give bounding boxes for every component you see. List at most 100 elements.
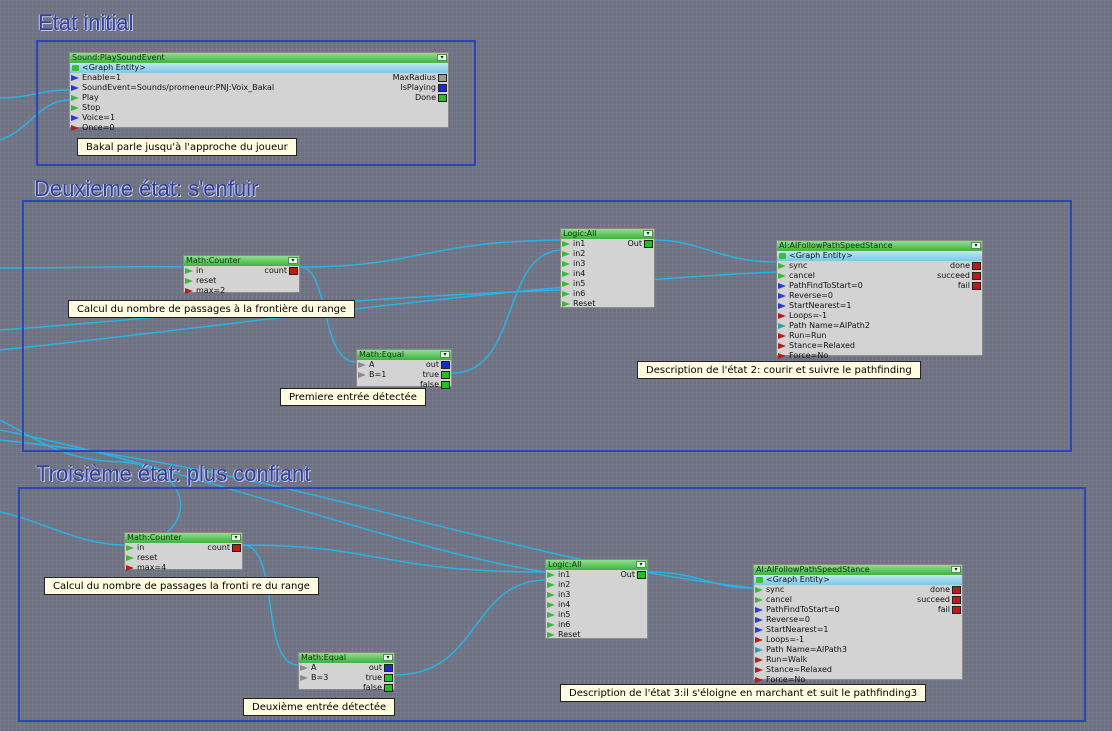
input-port[interactable]: cancel [754, 595, 792, 605]
input-port[interactable]: max=2 [184, 286, 225, 296]
collapse-icon[interactable]: ▾ [643, 230, 653, 237]
output-port-square[interactable] [232, 544, 241, 552]
comment-box[interactable]: Bakal parle jusqu'à l'approche du joueur [77, 138, 297, 156]
output-port-square[interactable] [972, 262, 981, 270]
input-port[interactable]: in5 [546, 610, 570, 620]
ai-follow-path-node[interactable]: AI:AIFollowPathSpeedStance ▾ <Graph Entit… [753, 564, 963, 684]
input-port[interactable]: in4 [561, 269, 585, 279]
input-port[interactable]: Play [70, 93, 99, 103]
output-port-square[interactable] [441, 371, 450, 379]
math-equal-node[interactable]: Math:Equal ▾ Aout B=1 true false [356, 349, 452, 389]
math-counter-node[interactable]: Math:Counter ▾ in count reset max=4 [124, 532, 243, 573]
output-port[interactable]: MaxRadius [393, 73, 436, 83]
input-port[interactable]: StartNearest=1 [754, 625, 828, 635]
graph-entity-port[interactable]: <Graph Entity> [70, 63, 448, 73]
input-port[interactable]: Voice=1 [70, 113, 115, 123]
input-port[interactable]: in6 [546, 620, 570, 630]
logic-all-node[interactable]: Logic:All ▾ in1 Out in2 in3 in4 in5 in6 Re… [545, 559, 648, 639]
input-port[interactable]: Reset [546, 630, 580, 640]
collapse-icon[interactable]: ▾ [440, 351, 450, 358]
collapse-icon[interactable]: ▾ [231, 534, 241, 541]
input-port[interactable]: Once=0 [70, 123, 114, 133]
output-port[interactable]: done [930, 585, 950, 595]
output-port-square[interactable] [952, 596, 961, 604]
input-port[interactable]: in3 [561, 259, 585, 269]
input-port[interactable]: in1 [546, 570, 570, 580]
collapse-icon[interactable]: ▾ [437, 54, 447, 61]
input-port[interactable]: Force=No [777, 351, 828, 361]
input-port[interactable]: in [125, 543, 144, 553]
input-port[interactable]: StartNearest=1 [777, 301, 851, 311]
input-port[interactable]: Loops=-1 [754, 635, 804, 645]
input-port[interactable]: Reverse=0 [754, 615, 810, 625]
output-port-square[interactable] [384, 684, 393, 692]
input-port[interactable]: Reverse=0 [777, 291, 833, 301]
input-port[interactable]: sync [754, 585, 784, 595]
output-port-square[interactable] [972, 272, 981, 280]
input-port[interactable]: reset [125, 553, 157, 563]
graph-entity-port[interactable]: <Graph Entity> [777, 251, 982, 261]
output-port[interactable]: Out [620, 570, 635, 580]
input-port[interactable]: Path Name=AIPath2 [777, 321, 870, 331]
collapse-icon[interactable]: ▾ [383, 654, 393, 661]
input-port[interactable]: in3 [546, 590, 570, 600]
input-port[interactable]: SoundEvent=Sounds/promeneur:PNJ:Voix_Bak… [70, 83, 274, 93]
input-port[interactable]: in4 [546, 600, 570, 610]
output-port[interactable]: false [363, 683, 382, 693]
input-port[interactable]: Stance=Relaxed [754, 665, 832, 675]
input-port[interactable]: in6 [561, 289, 585, 299]
output-port[interactable]: fail [958, 281, 970, 291]
input-port[interactable]: B=1 [357, 370, 386, 380]
collapse-icon[interactable]: ▾ [636, 561, 646, 568]
input-port[interactable]: Path Name=AIPath3 [754, 645, 847, 655]
comment-box[interactable]: Description de l'état 3:il s'éloigne en … [560, 684, 927, 702]
input-port[interactable]: Loops=-1 [777, 311, 827, 321]
output-port-square[interactable] [441, 381, 450, 389]
input-port[interactable]: Stance=Relaxed [777, 341, 855, 351]
output-port[interactable]: true [366, 673, 382, 683]
output-port-square[interactable] [384, 674, 393, 682]
input-port[interactable]: Reset [561, 299, 595, 309]
input-port[interactable]: PathFindToStart=0 [754, 605, 840, 615]
input-port[interactable]: in1 [561, 239, 585, 249]
output-port-square[interactable] [438, 74, 447, 82]
output-port[interactable]: Done [415, 93, 436, 103]
flowgraph-canvas[interactable]: Etat initial Sound:PlaySoundEvent ▾ <Grap… [0, 0, 1112, 731]
logic-all-node[interactable]: Logic:All ▾ in1 Out in2 in3 in4 in5 in6 Re… [560, 228, 655, 308]
input-port[interactable]: Enable=1 [70, 73, 121, 83]
collapse-icon[interactable]: ▾ [288, 257, 298, 264]
input-port[interactable]: cancel [777, 271, 815, 281]
input-port[interactable]: B=3 [299, 673, 328, 683]
comment-box[interactable]: Description de l'état 2: courir et suivr… [637, 361, 921, 379]
output-port-square[interactable] [952, 586, 961, 594]
output-port[interactable]: IsPlaying [400, 83, 436, 93]
output-port-square[interactable] [438, 94, 447, 102]
input-port[interactable]: in2 [561, 249, 585, 259]
comment-box[interactable]: Premiere entrée détectée [280, 388, 426, 406]
input-port[interactable]: A [299, 663, 316, 673]
output-port-square[interactable] [438, 84, 447, 92]
input-port[interactable]: PathFindToStart=0 [777, 281, 863, 291]
input-port[interactable]: in2 [546, 580, 570, 590]
output-port[interactable]: succeed [917, 595, 950, 605]
input-port[interactable]: in [184, 266, 203, 276]
output-port-square[interactable] [384, 664, 393, 672]
input-port[interactable]: reset [184, 276, 216, 286]
output-port-square[interactable] [289, 267, 298, 275]
output-port[interactable]: succeed [937, 271, 970, 281]
graph-entity-port[interactable]: <Graph Entity> [754, 575, 962, 585]
input-port[interactable]: Run=Walk [754, 655, 807, 665]
comment-box[interactable]: Calcul du nombre de passages la fronti r… [44, 577, 319, 595]
output-port-square[interactable] [952, 606, 961, 614]
input-port[interactable]: in5 [561, 279, 585, 289]
input-port[interactable]: A [357, 360, 374, 370]
input-port[interactable]: Run=Run [777, 331, 826, 341]
input-port[interactable]: max=4 [125, 563, 166, 573]
comment-box[interactable]: Calcul du nombre de passages à la fronti… [68, 300, 356, 318]
output-port[interactable]: count [207, 543, 230, 553]
ai-follow-path-node[interactable]: AI:AIFollowPathSpeedStance ▾ <Graph Entit… [776, 240, 983, 360]
input-port[interactable]: sync [777, 261, 807, 271]
math-equal-node[interactable]: Math:Equal ▾ Aout B=3 true false [298, 652, 395, 693]
sound-play-node[interactable]: Sound:PlaySoundEvent ▾ <Graph Entity> Ena… [69, 52, 449, 132]
output-port[interactable]: out [369, 663, 382, 673]
